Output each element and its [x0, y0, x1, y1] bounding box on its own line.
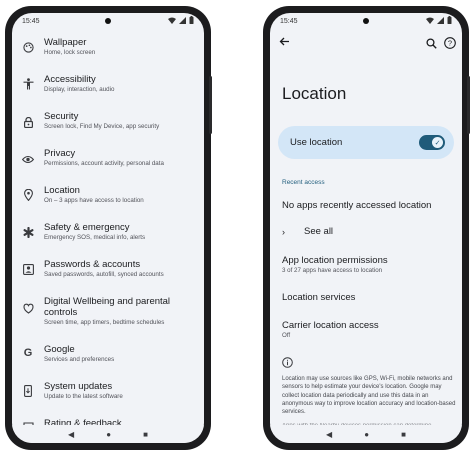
power-button: [467, 76, 470, 134]
setting-title: Safety & emergency: [44, 222, 130, 233]
signal-icon: [179, 16, 186, 26]
setting-title: Google: [44, 344, 75, 355]
location-pin-icon: [22, 189, 34, 201]
lock-icon: [22, 116, 34, 128]
location-services-title: Location services: [282, 292, 356, 303]
status-time: 15:45: [22, 17, 40, 25]
setting-subtitle: Services and preferences: [44, 356, 115, 363]
setting-subtitle: Home, lock screen: [44, 49, 96, 56]
location-services[interactable]: Location services: [282, 292, 454, 303]
right-phone: 15:45 ? Location Use location ✓ Recent a…: [263, 6, 470, 450]
power-button: [209, 76, 212, 134]
recents-nav-icon[interactable]: ■: [143, 430, 148, 439]
see-all-button[interactable]: › See all: [282, 226, 333, 237]
recent-access-header: Recent access: [282, 179, 325, 186]
home-nav-icon[interactable]: ●: [364, 430, 369, 439]
setting-subtitle: Display, interaction, audio: [44, 86, 115, 93]
carrier-access-subtitle: Off: [282, 332, 291, 339]
check-icon: ✓: [432, 137, 443, 148]
battery-icon: [189, 16, 194, 26]
recents-nav-icon[interactable]: ■: [401, 430, 406, 439]
left-phone: 15:45 Wallpaper Home, lock screen Access…: [5, 6, 212, 450]
camera-cutout: [363, 18, 369, 24]
phone-update-icon: [22, 385, 34, 397]
setting-subtitle: Screen time, app timers, bedtime schedul…: [44, 319, 165, 326]
setting-title: Security: [44, 111, 79, 122]
location-screen: 15:45 ? Location Use location ✓ Recent a…: [270, 13, 462, 443]
palette-icon: [22, 41, 34, 53]
camera-cutout: [105, 18, 111, 24]
back-arrow-icon[interactable]: [279, 36, 290, 50]
carrier-location-access[interactable]: Carrier location access Off: [282, 320, 454, 339]
setting-subtitle: Emergency SOS, medical info, alerts: [44, 234, 146, 241]
setting-title: Location: [44, 185, 80, 196]
asterisk-icon: [22, 226, 34, 238]
wifi-icon: [426, 17, 434, 26]
status-icons: [426, 16, 452, 26]
see-all-label: See all: [304, 226, 334, 237]
status-icons: [168, 16, 194, 26]
setting-subtitle: Permissions, account activity, personal …: [44, 160, 164, 167]
app-permissions-subtitle: 3 of 27 apps have access to location: [282, 267, 383, 274]
navigation-bar: ◀ ● ■: [12, 425, 204, 443]
app-location-permissions[interactable]: App location permissions 3 of 27 apps ha…: [282, 255, 454, 274]
no-recent-apps: No apps recently accessed location: [282, 200, 454, 211]
setting-title: Privacy: [44, 148, 76, 159]
eye-icon: [22, 153, 34, 165]
app-permissions-title: App location permissions: [282, 255, 388, 266]
google-icon: G: [23, 347, 33, 359]
search-icon[interactable]: [426, 36, 438, 49]
setting-title: System updates: [44, 381, 113, 392]
setting-subtitle: Update to the latest software: [44, 393, 123, 400]
carrier-access-title: Carrier location access: [282, 320, 379, 331]
status-time: 15:45: [280, 17, 298, 25]
account-box-icon: [22, 263, 34, 275]
no-recent-apps-text: No apps recently accessed location: [282, 200, 432, 211]
use-location-label: Use location: [290, 137, 343, 148]
accessibility-icon: [22, 78, 34, 90]
battery-icon: [447, 16, 452, 26]
back-nav-icon[interactable]: ◀: [326, 430, 332, 439]
wellbeing-icon: [22, 302, 34, 314]
location-info-text: Location may use sources like GPS, Wi-Fi…: [282, 376, 456, 416]
use-location-switch[interactable]: ✓: [419, 135, 445, 150]
home-nav-icon[interactable]: ●: [106, 430, 111, 439]
setting-title: Accessibility: [44, 74, 96, 85]
chevron-right-icon: ›: [282, 226, 285, 237]
settings-screen: 15:45 Wallpaper Home, lock screen Access…: [12, 13, 204, 443]
help-icon[interactable]: ?: [444, 36, 456, 49]
setting-subtitle: On – 3 apps have access to location: [44, 197, 144, 204]
setting-title: Digital Wellbeing and parental controls: [44, 296, 171, 318]
setting-title: Wallpaper: [44, 37, 87, 48]
wifi-icon: [168, 17, 176, 26]
setting-subtitle: Saved passwords, autofill, synced accoun…: [44, 271, 164, 278]
setting-title: Passwords & accounts: [44, 259, 141, 270]
svg-text:?: ?: [448, 39, 452, 48]
back-nav-icon[interactable]: ◀: [68, 430, 74, 439]
top-app-bar: ?: [270, 33, 462, 55]
navigation-bar: ◀ ● ■: [270, 425, 462, 443]
setting-subtitle: Screen lock, Find My Device, app securit…: [44, 123, 160, 130]
use-location-card[interactable]: Use location ✓: [278, 126, 454, 159]
signal-icon: [437, 16, 444, 26]
page-title: Location: [282, 84, 347, 103]
info-icon: [282, 355, 293, 368]
